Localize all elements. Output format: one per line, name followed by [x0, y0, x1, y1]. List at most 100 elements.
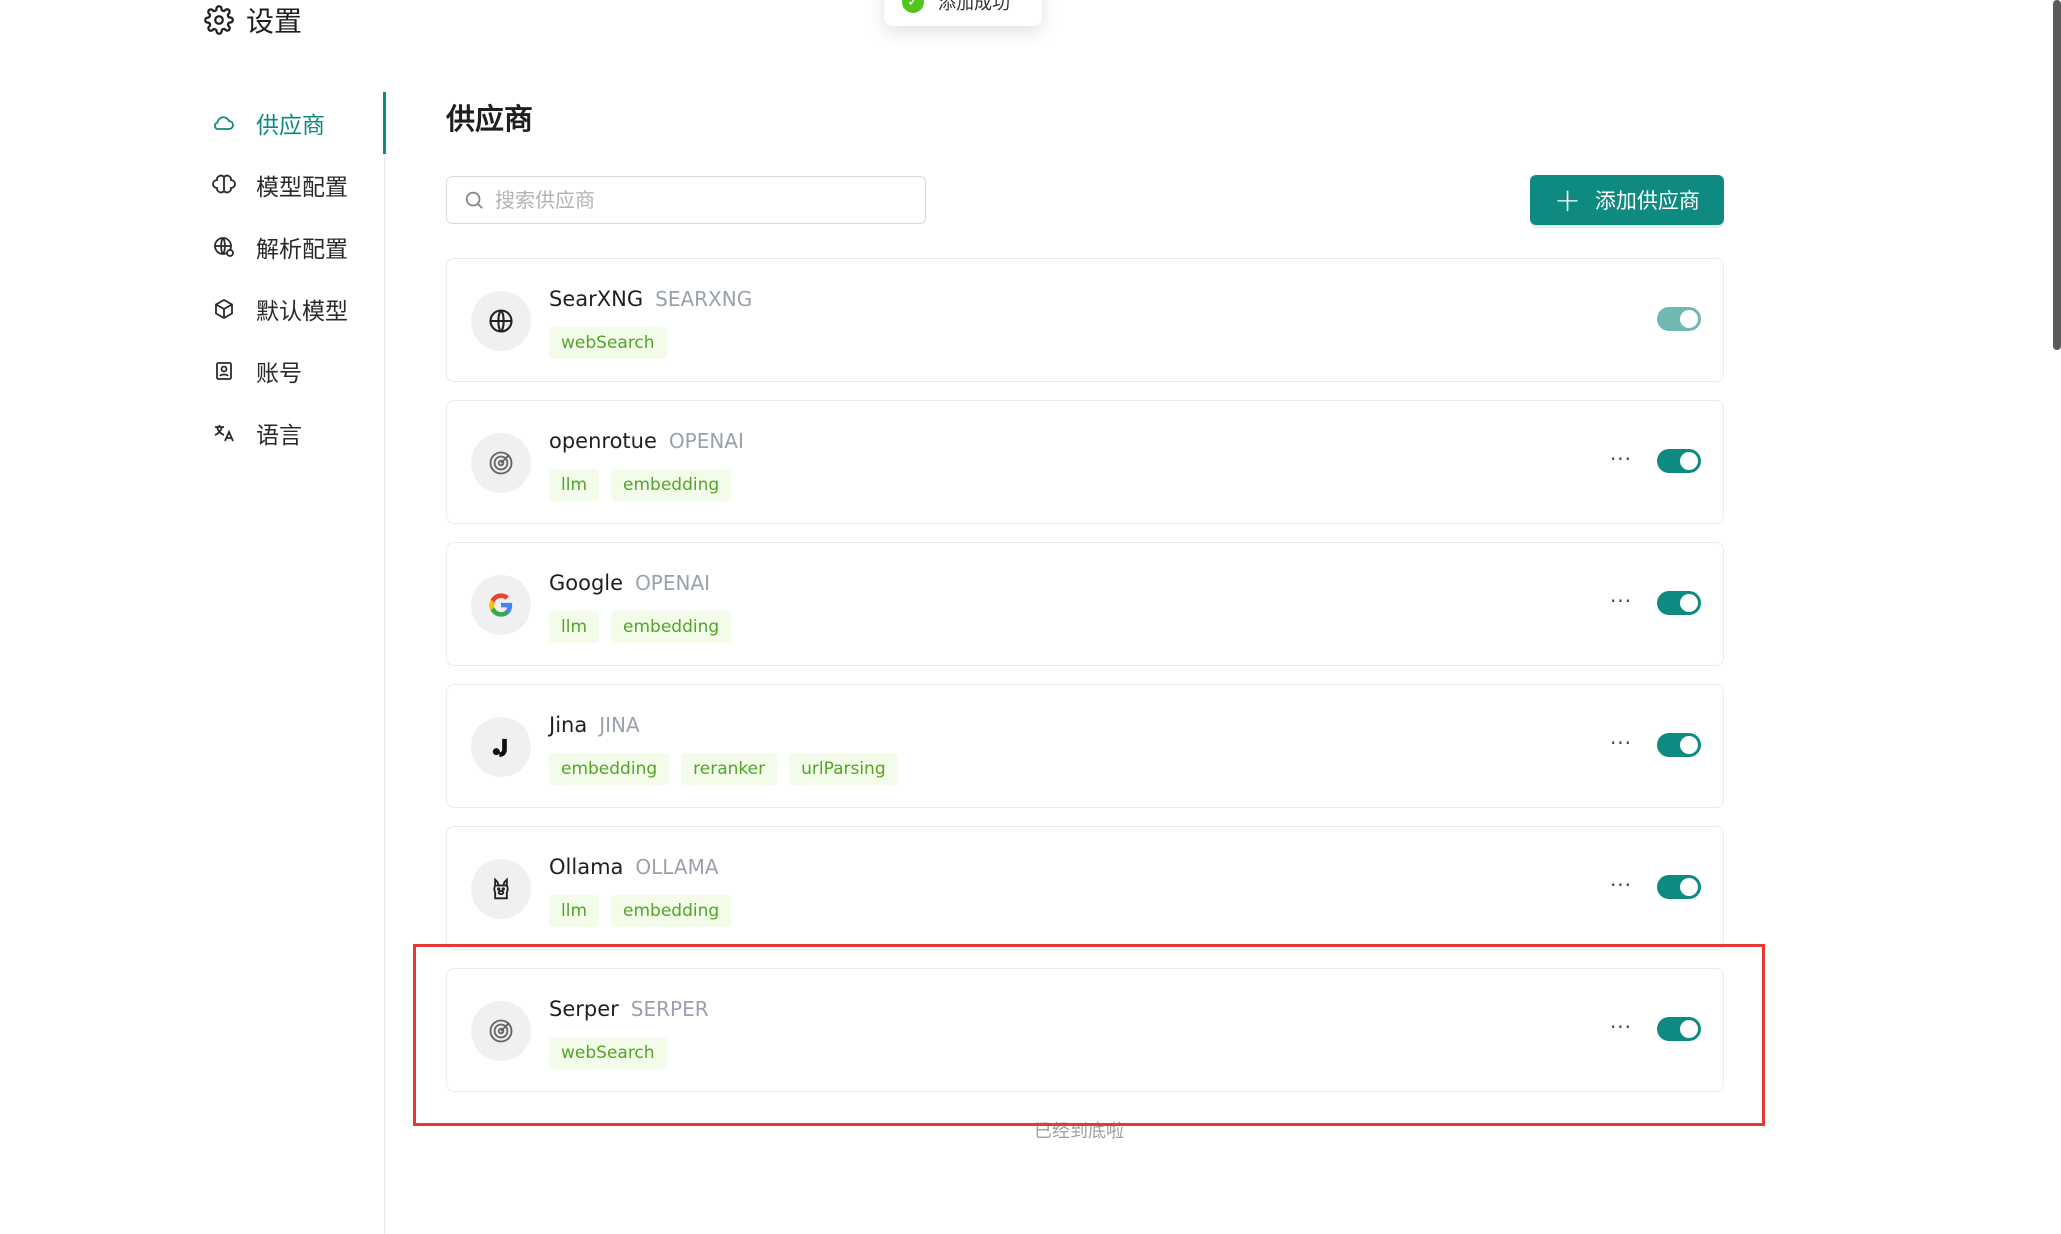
sidebar-item-label: 模型配置	[256, 175, 348, 201]
capability-tag: reranker	[681, 753, 778, 785]
provider-enable-toggle[interactable]	[1657, 875, 1701, 899]
capability-tag: embedding	[611, 469, 732, 501]
capability-tag: llm	[549, 469, 600, 501]
provider-name-row: Serper SERPER	[549, 997, 709, 1021]
id-card-icon	[216, 362, 232, 380]
sidebar-item-default-model[interactable]: 默认模型	[204, 278, 384, 340]
provider-type: JINA	[599, 713, 640, 737]
scrollbar[interactable]	[2053, 0, 2061, 350]
capability-tag: embedding	[549, 753, 670, 785]
brain-icon	[212, 174, 236, 194]
provider-type: SEARXNG	[655, 287, 753, 311]
toast-message: 添加成功	[938, 0, 1010, 14]
provider-name: Google	[549, 571, 624, 595]
provider-enable-toggle[interactable]	[1657, 307, 1701, 331]
page-header-title: 设置	[246, 5, 303, 38]
provider-tags: llm embedding	[549, 611, 732, 643]
provider-name: Ollama	[549, 855, 624, 879]
sidebar-active-indicator	[383, 92, 386, 154]
llama-icon	[493, 877, 509, 900]
provider-tags: webSearch	[549, 1037, 667, 1069]
provider-logo	[471, 859, 531, 919]
jina-icon	[492, 738, 507, 757]
cloud-icon	[214, 116, 234, 130]
search-input[interactable]	[493, 187, 893, 213]
sidebar-item-label: 解析配置	[256, 237, 348, 263]
provider-name-row: Ollama OLLAMA	[549, 855, 719, 879]
provider-logo	[471, 575, 531, 635]
provider-logo	[471, 291, 531, 351]
provider-enable-toggle[interactable]	[1657, 591, 1701, 615]
settings-app: 设置 ✓ 添加成功 供应商 模型配置 解析配置 默认模型 账号 语言 供应商 搜…	[0, 0, 2061, 1234]
capability-tag: webSearch	[549, 1037, 667, 1069]
provider-enable-toggle[interactable]	[1657, 449, 1701, 473]
provider-tags: embedding reranker urlParsing	[549, 753, 898, 785]
google-icon	[489, 593, 513, 617]
globe-icon	[489, 309, 513, 333]
more-options-button[interactable]: ···	[1607, 873, 1635, 897]
sidebar-item-language[interactable]: 语言	[204, 402, 384, 464]
sidebar-item-label: 默认模型	[256, 299, 348, 325]
more-options-button[interactable]: ···	[1607, 731, 1635, 755]
provider-search[interactable]	[446, 176, 926, 224]
plus-icon: +	[1554, 181, 1581, 219]
provider-card-jina: Jina JINA embedding reranker urlParsing …	[446, 684, 1724, 808]
cube-icon	[215, 298, 233, 320]
provider-tags: llm embedding	[549, 469, 732, 501]
capability-tag: embedding	[611, 611, 732, 643]
check-circle-icon: ✓	[902, 0, 924, 13]
add-provider-button[interactable]: + 添加供应商	[1530, 175, 1724, 225]
list-end-text: 已经到底啦	[1034, 1121, 1124, 1142]
provider-type: OPENAI	[635, 571, 711, 595]
provider-tags: webSearch	[549, 327, 667, 359]
provider-name: SearXNG	[549, 287, 644, 311]
capability-tag: urlParsing	[789, 753, 898, 785]
provider-type: OLLAMA	[635, 855, 719, 879]
more-options-button[interactable]: ···	[1607, 447, 1635, 471]
provider-card-ollama: Ollama OLLAMA llm embedding ···	[446, 826, 1724, 950]
more-options-button[interactable]: ···	[1607, 1015, 1635, 1039]
provider-card-searxng: SearXNG SEARXNG webSearch	[446, 258, 1724, 382]
provider-name-row: Jina JINA	[549, 713, 640, 737]
translate-icon	[214, 425, 234, 442]
provider-name: Serper	[549, 997, 619, 1021]
provider-logo	[471, 433, 531, 493]
provider-card-google: Google OPENAI llm embedding ···	[446, 542, 1724, 666]
success-toast: ✓ 添加成功	[884, 0, 1042, 26]
sidebar-item-label: 供应商	[256, 113, 325, 139]
provider-name-row: Google OPENAI	[549, 571, 710, 595]
capability-tag: llm	[549, 611, 600, 643]
sidebar-item-label: 账号	[256, 361, 302, 387]
radar-icon	[489, 451, 513, 475]
provider-card-openrotue: openrotue OPENAI llm embedding ···	[446, 400, 1724, 524]
provider-enable-toggle[interactable]	[1657, 733, 1701, 757]
provider-name-row: openrotue OPENAI	[549, 429, 744, 453]
sidebar-item-account[interactable]: 账号	[204, 340, 384, 402]
page-title: 供应商	[446, 102, 534, 136]
capability-tag: webSearch	[549, 327, 667, 359]
provider-logo	[471, 717, 531, 777]
sidebar-item-model-config[interactable]: 模型配置	[204, 154, 384, 216]
provider-type: OPENAI	[668, 429, 744, 453]
sidebar-item-providers[interactable]: 供应商	[204, 92, 384, 154]
sidebar-item-parse-config[interactable]: 解析配置	[204, 216, 384, 278]
capability-tag: embedding	[611, 895, 732, 927]
settings-sidebar: 供应商 模型配置 解析配置 默认模型 账号 语言	[204, 92, 384, 464]
provider-name-row: SearXNG SEARXNG	[549, 287, 752, 311]
provider-enable-toggle[interactable]	[1657, 1017, 1701, 1041]
sidebar-item-label: 语言	[256, 423, 302, 449]
provider-card-serper: Serper SERPER webSearch ···	[446, 968, 1724, 1092]
page-header: 设置	[204, 0, 302, 40]
sidebar-divider	[384, 92, 385, 1234]
search-icon	[465, 191, 483, 209]
more-options-button[interactable]: ···	[1607, 589, 1635, 613]
radar-icon	[489, 1019, 513, 1043]
provider-name: Jina	[549, 713, 588, 737]
globe-gear-icon	[214, 237, 234, 257]
provider-tags: llm embedding	[549, 895, 732, 927]
capability-tag: llm	[549, 895, 600, 927]
add-provider-label: 添加供应商	[1594, 189, 1700, 213]
gear-icon	[204, 5, 234, 35]
provider-logo	[471, 1001, 531, 1061]
provider-type: SERPER	[630, 997, 709, 1021]
